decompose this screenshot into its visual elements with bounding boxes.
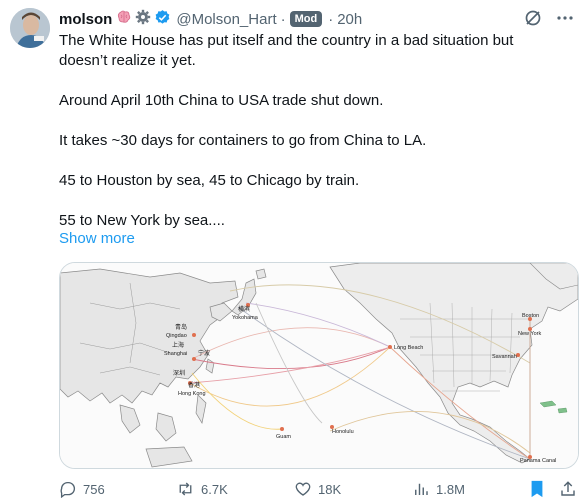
map-label-shanghai: Shanghai — [164, 351, 187, 357]
repost-button[interactable]: 6.7K — [176, 480, 228, 498]
brain-icon — [116, 9, 132, 29]
tweet-paragraph: It takes ~30 days for containers to go f… — [59, 132, 427, 149]
share-icon — [561, 481, 575, 496]
separator-dot: · — [280, 10, 286, 28]
analytics-icon — [415, 483, 428, 495]
map-label-honolulu: Honolulu — [332, 429, 354, 435]
more-options-icon[interactable] — [556, 9, 574, 32]
show-more-link[interactable]: Show more — [59, 230, 135, 247]
reply-button[interactable]: 756 — [59, 480, 105, 498]
mod-badge: Mod — [289, 11, 323, 27]
map-label-guam: Guam — [276, 434, 291, 440]
repost-count: 6.7K — [201, 481, 228, 497]
map-label-panama: Panama Canal — [520, 458, 556, 464]
view-count: 1.8M — [436, 481, 465, 497]
tweet-paragraph: 55 to New York by sea.... — [59, 212, 225, 229]
map-label-qingdao-cn: 青岛 — [175, 323, 187, 331]
map-label-hongkong: Hong Kong — [178, 391, 206, 397]
reply-icon — [60, 481, 76, 498]
map-label-longbeach: Long Beach — [394, 345, 423, 351]
grok-icon[interactable] — [524, 9, 542, 32]
separator-dot: · — [328, 10, 334, 28]
tweet-paragraph: Around April 10th China to USA trade shu… — [59, 92, 384, 109]
heart-icon — [295, 482, 311, 496]
handle[interactable]: @Molson_Hart — [176, 11, 276, 28]
map-label-newyork: New York — [518, 331, 541, 337]
map-label-qingdao: Qingdao — [166, 333, 187, 339]
like-count: 18K — [318, 481, 342, 497]
bookmark-icon — [531, 480, 543, 498]
views-button[interactable]: 1.8M — [412, 480, 465, 498]
repost-icon — [179, 482, 192, 496]
map-label-yokohama: Yokohama — [232, 315, 259, 321]
timestamp[interactable]: 20h — [337, 11, 362, 28]
display-name[interactable]: molson — [59, 11, 112, 28]
map-label-shanghai-cn: 上海 — [172, 341, 184, 349]
map-label-savannah: Savannah — [492, 354, 517, 360]
reply-count: 756 — [83, 481, 105, 497]
verified-badge-icon — [154, 9, 171, 30]
map-label-shenzhen-cn: 深圳 — [173, 369, 185, 377]
share-button[interactable] — [559, 480, 577, 498]
bookmark-button[interactable] — [529, 480, 545, 498]
map-label-boston: Boston — [522, 313, 539, 319]
tweet-paragraph: The White House has put itself and the c… — [59, 32, 514, 69]
avatar[interactable] — [10, 8, 50, 48]
map-label-hongkong-cn: 香港 — [188, 381, 200, 389]
like-button[interactable]: 18K — [294, 480, 341, 498]
action-bar: 756 6.7K 18K 1.8M — [59, 480, 575, 502]
tweet-paragraph: 45 to Houston by sea, 45 to Chicago by t… — [59, 172, 360, 189]
tweet-text: The White House has put itself and the c… — [59, 31, 559, 71]
map-label-yokohama-cn: 横滨 — [238, 305, 250, 313]
shipping-map-image[interactable]: 横滨 Yokohama 青岛 Qingdao 上海 Shanghai 宁波 深圳… — [59, 262, 579, 469]
gear-icon — [135, 9, 151, 29]
map-label-ningbo-cn: 宁波 — [198, 349, 210, 357]
